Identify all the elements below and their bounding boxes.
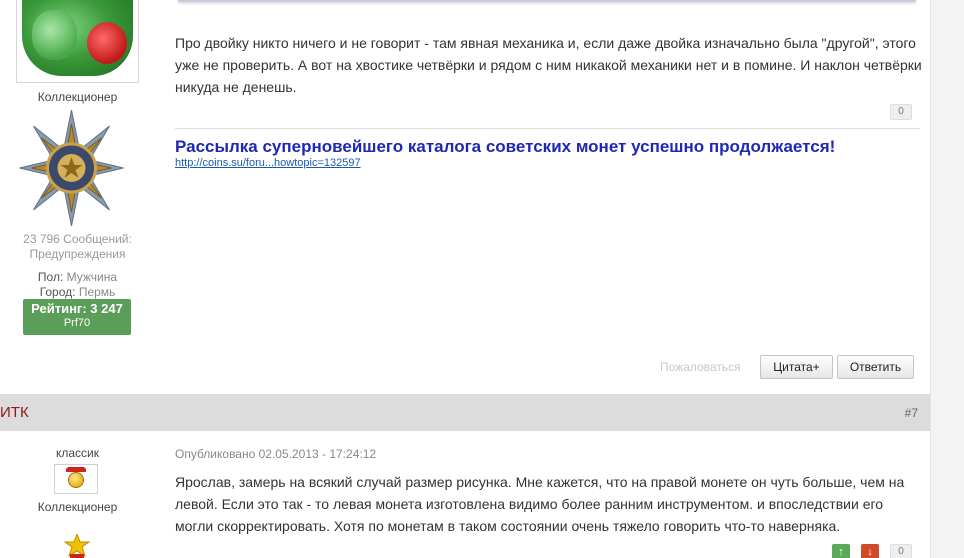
stats-warnings[interactable]: Предупреждения — [0, 247, 155, 262]
city-label: Город: — [39, 285, 76, 299]
avatar[interactable] — [16, 0, 139, 83]
arrow-down-icon: ↓ — [867, 546, 873, 558]
gender-info: Пол: Мужчина — [0, 270, 155, 284]
quote-button[interactable]: Цитата+ — [760, 355, 833, 379]
city-info: Город: Пермь — [0, 285, 155, 299]
post-body: Про двойку никто ничего и не говорит - т… — [175, 35, 922, 95]
signature-divider — [175, 128, 920, 129]
user-group: Коллекционер — [37, 500, 118, 514]
signature-link[interactable]: http://coins.su/foru...howtopic=132597 — [175, 157, 361, 169]
reputation-count: 0 — [890, 544, 912, 558]
post-header: ИТК #7 — [0, 394, 930, 431]
smiley-icon — [68, 472, 84, 488]
rating-badge[interactable]: Рейтинг: 3 247 Prf70 — [23, 299, 131, 335]
city-value: Пермь — [78, 285, 116, 299]
post-number[interactable]: #7 — [905, 406, 918, 420]
post-date: Опубликовано 02.05.2013 - 17:24:12 — [175, 447, 377, 461]
forum-page: Коллекционер 23 796 Сообщений: Предупреж… — [0, 0, 930, 558]
gender-label: Пол: — [37, 270, 64, 284]
post-body: Ярослав, замерь на всякий случай размер … — [175, 474, 905, 534]
vote-down-button[interactable]: ↓ — [861, 544, 879, 558]
reply-button[interactable]: Ответить — [837, 355, 914, 379]
report-link[interactable]: Пожаловаться — [660, 360, 741, 374]
page-gutter — [930, 0, 964, 558]
avatar[interactable] — [54, 464, 98, 494]
author-name[interactable]: ИТК — [0, 404, 29, 421]
quote-box-edge — [178, 0, 916, 2]
stats-posts: 23 796 Сообщений: — [23, 232, 132, 246]
rank-medal-icon — [19, 109, 124, 227]
star-icon — [64, 534, 90, 558]
rating-value: Рейтинг: 3 247 — [31, 301, 123, 316]
gender-value: Мужчина — [66, 270, 118, 284]
rating-user: Prf70 — [63, 317, 91, 329]
reputation-count: 0 — [890, 104, 912, 120]
avatar-image — [22, 0, 133, 76]
user-rank: классик — [55, 446, 99, 460]
arrow-up-icon: ↑ — [838, 546, 844, 558]
vote-up-button[interactable]: ↑ — [832, 544, 850, 558]
user-group: Коллекционер — [37, 90, 118, 104]
signature-title: Рассылка суперновейшего каталога советск… — [175, 137, 836, 156]
